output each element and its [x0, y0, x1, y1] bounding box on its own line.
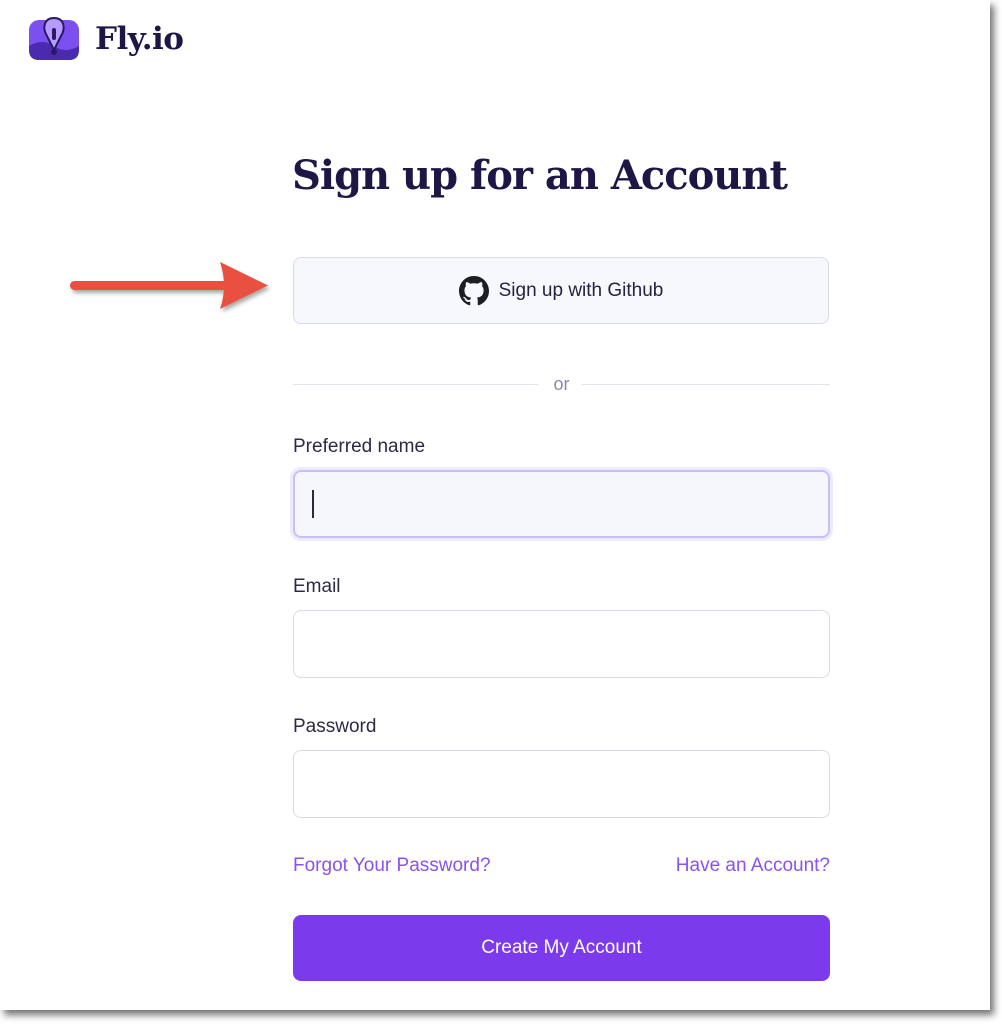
divider-text: or [553, 374, 570, 394]
brand-logo[interactable]: Fly.io [29, 16, 184, 62]
github-signup-label: Sign up with Github [498, 279, 664, 301]
page-frame: Fly.io Sign up for an Account Sign up wi… [0, 0, 990, 1010]
annotation-arrow-icon [70, 262, 268, 309]
preferred-name-input[interactable] [293, 470, 830, 538]
text-caret [312, 490, 314, 518]
email-label: Email [293, 576, 341, 597]
github-icon [458, 275, 489, 306]
email-input[interactable] [293, 610, 830, 678]
password-input[interactable] [293, 750, 830, 818]
fly-logo-icon [29, 16, 79, 60]
brand-name: Fly.io [95, 21, 184, 57]
preferred-name-label: Preferred name [293, 436, 426, 457]
create-account-button[interactable]: Create My Account [293, 915, 830, 981]
github-signup-button[interactable]: Sign up with Github [293, 257, 829, 324]
forgot-password-link[interactable]: Forgot Your Password? [293, 855, 491, 877]
have-account-link[interactable]: Have an Account? [676, 855, 830, 877]
or-divider: or [293, 372, 830, 398]
page-title: Sign up for an Account [292, 152, 788, 199]
password-label: Password [293, 716, 377, 737]
